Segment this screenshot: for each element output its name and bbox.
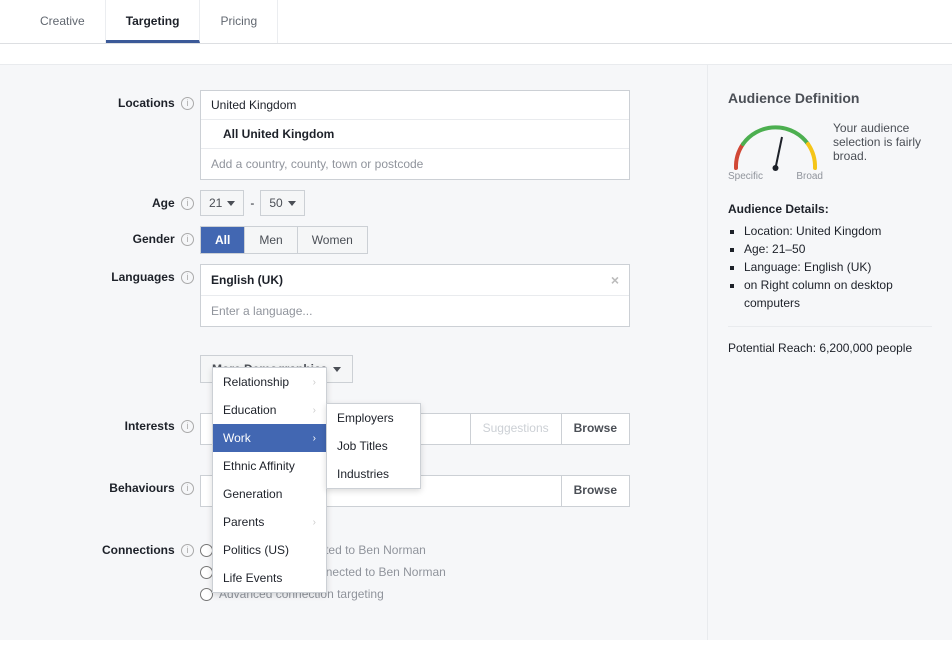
language-pill: English (UK) × xyxy=(201,265,629,296)
locations-label: Locations i xyxy=(10,90,200,110)
gender-label: Gender i xyxy=(10,226,200,246)
audience-summary: Your audience selection is fairly broad. xyxy=(833,121,932,163)
language-input[interactable] xyxy=(201,296,629,326)
gender-men-button[interactable]: Men xyxy=(245,227,297,253)
location-country[interactable]: United Kingdom xyxy=(201,91,629,120)
interests-label: Interests i xyxy=(10,413,200,433)
menu-generation[interactable]: Generation xyxy=(213,480,326,508)
info-icon[interactable]: i xyxy=(181,271,194,284)
suggestions-button: Suggestions xyxy=(470,414,561,444)
languages-label: Languages i xyxy=(10,264,200,284)
age-separator: - xyxy=(250,196,254,210)
submenu-job-titles[interactable]: Job Titles xyxy=(327,432,420,460)
submenu-industries[interactable]: Industries xyxy=(327,460,420,488)
detail-placement: on Right column on desktop computers xyxy=(744,276,932,312)
gender-all-button[interactable]: All xyxy=(201,227,245,253)
interests-browse-button[interactable]: Browse xyxy=(561,414,629,444)
remove-language-icon[interactable]: × xyxy=(611,272,619,288)
info-icon[interactable]: i xyxy=(181,233,194,246)
tab-targeting[interactable]: Targeting xyxy=(106,0,201,43)
audience-details-title: Audience Details: xyxy=(728,202,932,216)
demographics-menu: Relationship› Education› Work› Ethnic Af… xyxy=(212,367,327,593)
age-label: Age i xyxy=(10,190,200,210)
submenu-employers[interactable]: Employers xyxy=(327,404,420,432)
detail-location: Location: United Kingdom xyxy=(744,222,932,240)
work-submenu: Employers Job Titles Industries xyxy=(326,403,421,489)
menu-life-events[interactable]: Life Events xyxy=(213,564,326,592)
tab-creative[interactable]: Creative xyxy=(20,0,106,43)
location-input[interactable] xyxy=(201,149,629,179)
info-icon[interactable]: i xyxy=(181,197,194,210)
age-min-select[interactable]: 21 xyxy=(200,190,244,216)
menu-work[interactable]: Work› xyxy=(213,424,326,452)
behaviours-browse-button[interactable]: Browse xyxy=(561,476,629,506)
gender-women-button[interactable]: Women xyxy=(298,227,367,253)
caret-down-icon xyxy=(227,201,235,206)
chevron-right-icon: › xyxy=(313,433,316,444)
info-icon[interactable]: i xyxy=(181,482,194,495)
menu-relationship[interactable]: Relationship› xyxy=(213,368,326,396)
menu-ethnic-affinity[interactable]: Ethnic Affinity xyxy=(213,452,326,480)
info-icon[interactable]: i xyxy=(181,544,194,557)
audience-title: Audience Definition xyxy=(728,90,932,106)
detail-age: Age: 21–50 xyxy=(744,240,932,258)
menu-politics[interactable]: Politics (US) xyxy=(213,536,326,564)
chevron-right-icon: › xyxy=(313,517,316,528)
gauge-specific-label: Specific xyxy=(728,171,763,182)
chevron-right-icon: › xyxy=(313,405,316,416)
tab-pricing[interactable]: Pricing xyxy=(200,0,278,43)
menu-parents[interactable]: Parents› xyxy=(213,508,326,536)
location-sub[interactable]: All United Kingdom xyxy=(201,120,629,149)
detail-language: Language: English (UK) xyxy=(744,258,932,276)
age-max-select[interactable]: 50 xyxy=(260,190,304,216)
audience-details: Location: United Kingdom Age: 21–50 Lang… xyxy=(728,222,932,312)
info-icon[interactable]: i xyxy=(181,97,194,110)
gender-segmented: All Men Women xyxy=(200,226,368,254)
gauge-icon xyxy=(728,121,823,173)
chevron-right-icon: › xyxy=(313,377,316,388)
caret-down-icon xyxy=(333,367,341,372)
connections-label: Connections i xyxy=(10,537,200,557)
caret-down-icon xyxy=(288,201,296,206)
gauge-broad-label: Broad xyxy=(796,171,823,182)
tabs: Creative Targeting Pricing xyxy=(0,0,952,44)
menu-education[interactable]: Education› xyxy=(213,396,326,424)
behaviours-label: Behaviours i xyxy=(10,475,200,495)
potential-reach: Potential Reach: 6,200,000 people xyxy=(728,341,932,355)
info-icon[interactable]: i xyxy=(181,420,194,433)
